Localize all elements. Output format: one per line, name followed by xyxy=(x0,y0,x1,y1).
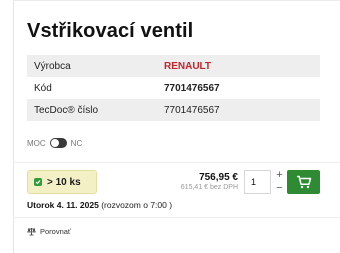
add-to-cart-button[interactable] xyxy=(287,170,320,194)
stock-label: > 10 ks xyxy=(47,176,81,188)
spec-row-code: Kód 7701476567 xyxy=(27,77,320,99)
toggle-label-nc: NC xyxy=(70,138,83,148)
spec-table: Výrobca RENAULT Kód 7701476567 TecDoc® č… xyxy=(27,55,320,121)
spec-row-tecdoc: TecDoc® číslo 7701476567 xyxy=(27,99,320,121)
quantity-input[interactable]: 1 xyxy=(244,170,271,194)
price-type-toggle: MOC NC xyxy=(27,138,82,148)
spec-value: 7701476567 xyxy=(164,82,220,94)
spec-value: 7701476567 xyxy=(164,104,220,116)
compare-link[interactable]: Porovnať xyxy=(27,227,71,236)
price-net: 615,41 € bez DPH xyxy=(180,184,238,191)
stock-icon xyxy=(34,178,42,186)
quantity-minus-button[interactable]: − xyxy=(274,182,285,195)
quantity-plus-button[interactable]: + xyxy=(274,169,285,182)
divider xyxy=(13,162,340,163)
spec-key: Výrobca xyxy=(34,60,71,72)
delivery-date: Utorok 4. 11. 2025 xyxy=(27,200,99,210)
spec-row-manufacturer: Výrobca RENAULT xyxy=(27,55,320,77)
stock-badge: > 10 ks xyxy=(27,170,97,194)
price-toggle-switch[interactable] xyxy=(49,138,67,148)
delivery-note: (rozvozom o 7:00 ) xyxy=(98,200,173,210)
spec-key: Kód xyxy=(34,82,52,94)
spec-value-brand-link[interactable]: RENAULT xyxy=(164,61,211,72)
price-gross: 756,95 € xyxy=(199,172,238,183)
quantity-stepper: + − xyxy=(274,169,285,195)
cart-icon xyxy=(296,175,311,189)
delivery-info: Utorok 4. 11. 2025 (rozvozom o 7:00 ) xyxy=(27,200,172,210)
toggle-label-moc: MOC xyxy=(27,138,46,148)
divider xyxy=(13,217,340,218)
compare-label: Porovnať xyxy=(40,227,71,236)
spec-key: TecDoc® číslo xyxy=(34,104,99,116)
switch-knob xyxy=(50,139,59,147)
product-title: Vstřikovací ventil xyxy=(27,20,194,42)
scale-icon xyxy=(27,227,36,236)
